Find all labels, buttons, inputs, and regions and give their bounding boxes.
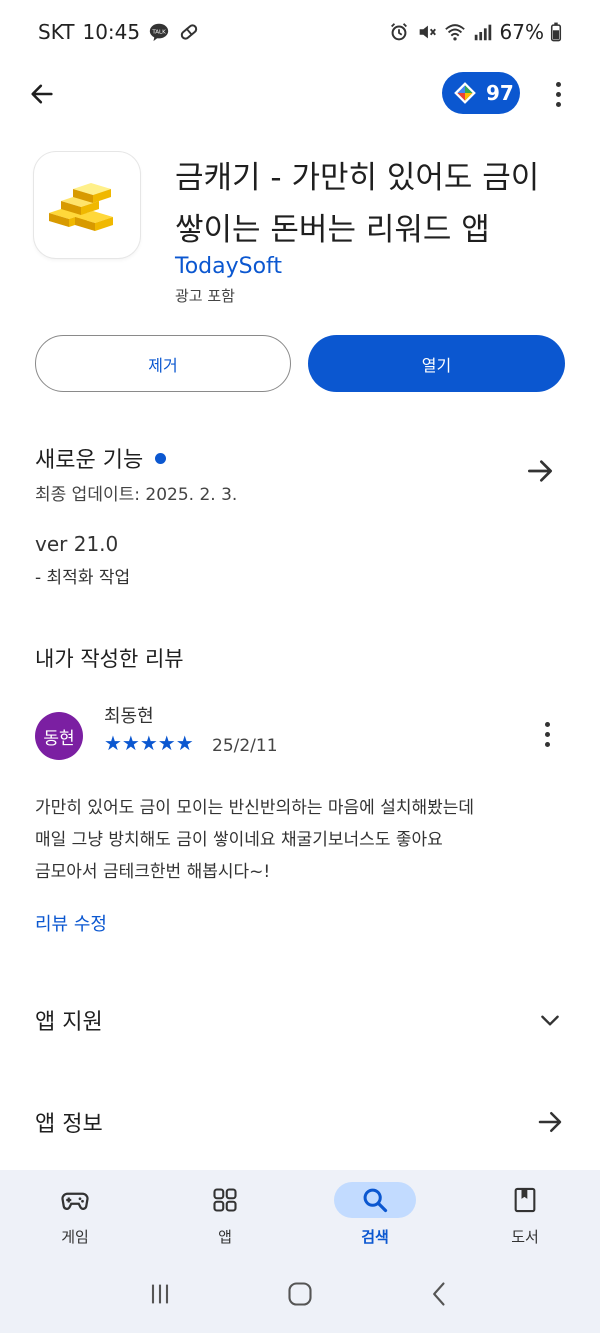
my-review-heading: 내가 작성한 리뷰 [35, 647, 184, 671]
recents-button[interactable] [140, 1274, 180, 1314]
whats-new-heading: 새로운 기능 [35, 442, 167, 474]
mute-icon [419, 25, 436, 39]
gold-bars-icon [49, 183, 113, 231]
play-points-badge[interactable]: 97 [442, 72, 520, 114]
bottom-navigation: 게임 앱 검색 도서 [0, 1170, 600, 1255]
play-points-icon [454, 82, 476, 104]
svg-text:TALK: TALK [151, 29, 166, 35]
more-vert-icon [555, 81, 561, 87]
nav-books-label: 도서 [511, 1228, 539, 1246]
app-title: 금캐기 - 가만히 있어도 금이 쌓이는 돈버는 리워드 앱 [175, 160, 540, 248]
app-support-label: 앱 지원 [35, 1010, 103, 1035]
uninstall-button[interactable]: 제거 [35, 335, 291, 392]
nav-apps[interactable]: 앱 [150, 1170, 300, 1255]
signal-icon [474, 24, 491, 41]
chevron-left-icon [433, 1282, 445, 1306]
version-label: ver 21.0 [35, 532, 119, 556]
home-icon [288, 1282, 312, 1306]
nav-books[interactable]: 도서 [450, 1170, 600, 1255]
rating-stars: ★★★★★ [104, 732, 194, 754]
system-navigation-bar [0, 1255, 600, 1333]
new-indicator-dot [155, 452, 167, 464]
chevron-down-icon [535, 1005, 565, 1035]
status-right: 67% [388, 20, 562, 44]
carrier-label: SKT [38, 20, 75, 44]
more-vert-icon [544, 721, 550, 727]
app-info-label: 앱 정보 [35, 1112, 103, 1137]
nav-search[interactable]: 검색 [300, 1170, 450, 1255]
review-date: 25/2/11 [212, 736, 278, 756]
star-rating-text: ★★★★★ [104, 731, 194, 755]
pill-icon [180, 24, 198, 40]
arrow-forward-icon [535, 1107, 565, 1137]
app-icon [34, 152, 140, 258]
more-options-button[interactable] [546, 76, 570, 112]
open-button[interactable]: 열기 [308, 335, 565, 392]
more-vert-dot [555, 91, 561, 97]
nav-search-icon-wrap [334, 1182, 416, 1218]
nav-games[interactable]: 게임 [0, 1170, 150, 1255]
status-bar: SKT 10:45 TALK 67% [0, 0, 600, 64]
review-body: 가만히 있어도 금이 모이는 반신반의하는 마음에 설치해봤는데 매일 그냥 방… [35, 792, 565, 888]
nav-games-label: 게임 [61, 1228, 89, 1246]
alarm-icon [390, 23, 407, 41]
contains-ads-note: 광고 포함 [175, 287, 235, 305]
more-vert-dot [544, 731, 550, 737]
review-line: 금모아서 금테크한번 해봅시다~! [35, 862, 271, 882]
battery-icon [550, 22, 562, 42]
back-arrow-icon [31, 84, 53, 104]
back-button[interactable] [24, 76, 60, 112]
edit-review-link[interactable]: 리뷰 수정 [35, 910, 107, 936]
gamepad-icon [61, 1192, 89, 1210]
reviewer-name: 최동현 [104, 706, 154, 727]
review-more-button[interactable] [535, 716, 559, 752]
last-updated: 최종 업데이트: 2025. 2. 3. [35, 485, 238, 505]
more-vert-dot [555, 101, 561, 107]
talk-icon: TALK [149, 23, 169, 42]
arrow-forward-icon [528, 460, 552, 482]
whats-new-title: 새로운 기능 [35, 448, 144, 473]
top-app-bar: 97 [0, 64, 600, 122]
developer-link[interactable]: TodaySoft [175, 254, 282, 279]
play-points-value: 97 [486, 81, 514, 105]
system-back-button[interactable] [420, 1274, 460, 1314]
review-line: 가만히 있어도 금이 모이는 반신반의하는 마음에 설치해봤는데 [35, 798, 475, 818]
version-note: - 최적화 작업 [35, 568, 131, 588]
apps-grid-icon [213, 1188, 237, 1212]
app-info-row[interactable]: 앱 정보 [35, 1102, 565, 1142]
recents-icon [151, 1284, 169, 1304]
clock: 10:45 [82, 20, 141, 44]
book-icon [514, 1187, 536, 1213]
whats-new-arrow-button[interactable] [524, 455, 558, 489]
app-support-row[interactable]: 앱 지원 [35, 1000, 565, 1040]
status-left: SKT 10:45 TALK [38, 20, 200, 44]
review-line: 매일 그냥 방치해도 금이 쌓이네요 채굴기보너스도 좋아요 [35, 830, 443, 850]
battery-percent: 67% [499, 20, 544, 44]
home-button[interactable] [280, 1274, 320, 1314]
search-icon [363, 1188, 388, 1213]
nav-apps-icon-wrap [184, 1182, 266, 1218]
nav-books-icon-wrap [484, 1182, 566, 1218]
more-vert-dot [544, 741, 550, 747]
avatar: 동현 [35, 712, 83, 760]
nav-apps-label: 앱 [218, 1228, 232, 1246]
nav-search-label: 검색 [361, 1228, 389, 1246]
nav-games-icon-wrap [34, 1182, 116, 1218]
wifi-icon [444, 24, 465, 41]
